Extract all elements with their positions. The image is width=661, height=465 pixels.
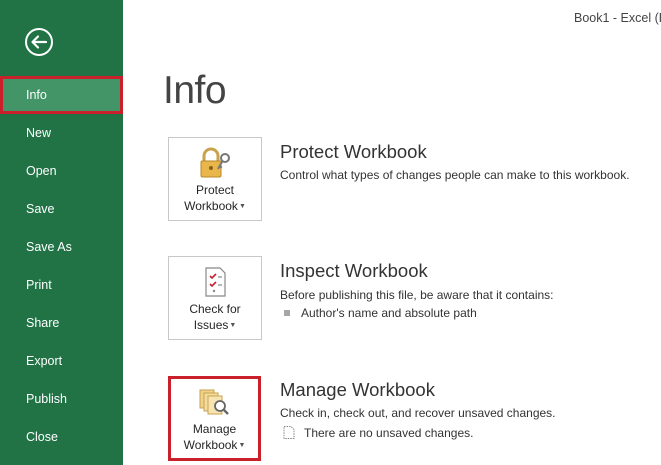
protect-workbook-title: Protect Workbook	[280, 141, 427, 162]
sidebar-item-export[interactable]: Export	[0, 342, 123, 380]
bullet-icon	[284, 310, 290, 316]
document-icon	[283, 426, 295, 442]
backstage-sidebar: Info New Open Save Save As Print Share E…	[0, 0, 123, 465]
note-text: There are no unsaved changes.	[304, 426, 474, 440]
manage-workbook-button[interactable]: Manage Workbook▼	[168, 376, 261, 461]
sidebar-item-open[interactable]: Open	[0, 152, 123, 190]
sidebar-item-share[interactable]: Share	[0, 304, 123, 342]
manage-workbook-title: Manage Workbook	[280, 379, 435, 400]
lock-key-icon	[198, 147, 232, 179]
window-title: Book1 - Excel (Pr	[574, 11, 661, 25]
dropdown-caret-icon: ▼	[238, 442, 246, 449]
manage-workbook-icon	[198, 386, 232, 418]
sidebar-item-save-as[interactable]: Save As	[0, 228, 123, 266]
sidebar-item-print[interactable]: Print	[0, 266, 123, 304]
page-title: Info	[163, 69, 227, 112]
manage-workbook-description: Check in, check out, and recover unsaved…	[280, 406, 556, 420]
tile-label-line1: Protect	[195, 183, 234, 197]
manage-workbook-note: There are no unsaved changes.	[283, 426, 473, 442]
back-arrow-icon[interactable]	[24, 27, 54, 57]
sidebar-item-save[interactable]: Save	[0, 190, 123, 228]
check-for-issues-button[interactable]: Check for Issues▼	[168, 256, 262, 340]
protect-workbook-description: Control what types of changes people can…	[280, 168, 630, 182]
protect-workbook-button[interactable]: Protect Workbook▼	[168, 137, 262, 221]
sidebar-item-new[interactable]: New	[0, 114, 123, 152]
tile-label-line2: Issues	[193, 318, 229, 332]
tile-label-line1: Manage	[192, 422, 237, 436]
dropdown-caret-icon: ▼	[229, 322, 237, 329]
tile-label-line2: Workbook	[183, 438, 238, 452]
checklist-icon	[198, 266, 232, 298]
dropdown-caret-icon: ▼	[238, 203, 246, 210]
bullet-text: Author's name and absolute path	[301, 306, 477, 320]
tile-label-line2: Workbook	[184, 199, 238, 213]
inspect-workbook-title: Inspect Workbook	[280, 260, 428, 281]
tile-label-line1: Check for	[189, 302, 241, 316]
sidebar-item-close[interactable]: Close	[0, 418, 123, 456]
sidebar-item-info[interactable]: Info	[0, 76, 123, 114]
sidebar-item-publish[interactable]: Publish	[0, 380, 123, 418]
inspect-workbook-bullet: Author's name and absolute path	[284, 306, 477, 320]
inspect-workbook-description: Before publishing this file, be aware th…	[280, 288, 554, 302]
